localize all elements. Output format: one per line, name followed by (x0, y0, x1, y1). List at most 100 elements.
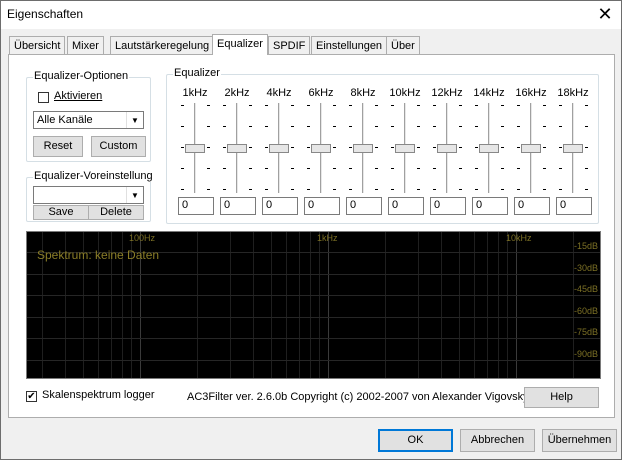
reset-button[interactable]: Reset (33, 136, 83, 157)
slider-tick-mark (433, 168, 436, 169)
slider-tick-mark (559, 147, 562, 148)
slider-tick-mark (349, 105, 352, 106)
slider-tick-mark (349, 147, 352, 148)
band-slider-thumb[interactable] (227, 144, 247, 153)
band-slider-thumb[interactable] (521, 144, 541, 153)
properties-dialog: Eigenschaften ✕ Übersicht Mixer Lautstär… (0, 0, 622, 460)
copyright-text: AC3Filter ver. 2.6.0b Copyright (c) 2002… (187, 391, 529, 403)
tab-lautstaerkeregelung[interactable]: Lautstärkeregelung (110, 36, 215, 54)
band-gain-input[interactable]: 0 (262, 197, 298, 215)
band-gain-input[interactable]: 0 (346, 197, 382, 215)
slider-tick-mark (433, 105, 436, 106)
ok-button[interactable]: OK (378, 429, 453, 452)
slider-tick-mark (349, 168, 352, 169)
band-frequency-label: 18kHz (557, 87, 589, 99)
slider-tick-mark (517, 168, 520, 169)
slider-tick-mark (375, 105, 378, 106)
slider-tick-mark (517, 189, 520, 190)
help-button[interactable]: Help (524, 387, 599, 408)
spectrum-db-label: -60dB (573, 306, 598, 316)
close-icon[interactable]: ✕ (593, 3, 617, 25)
band-gain-input[interactable]: 0 (514, 197, 550, 215)
band-gain-input[interactable]: 0 (304, 197, 340, 215)
spectrum-grid-vline (459, 232, 460, 378)
slider-tick-mark (207, 147, 210, 148)
band-gain-input[interactable]: 0 (556, 197, 592, 215)
slider-tick-mark (475, 126, 478, 127)
slider-tick-mark (391, 105, 394, 106)
band-slider-thumb[interactable] (563, 144, 583, 153)
band-frequency-label: 4kHz (266, 87, 292, 99)
spectrum-grid-vline (418, 232, 419, 378)
slider-tick-mark (391, 126, 394, 127)
band-gain-input[interactable]: 0 (220, 197, 256, 215)
slider-tick-mark (265, 105, 268, 106)
slider-tick-mark (543, 189, 546, 190)
band-frequency-label: 10kHz (389, 87, 421, 99)
slider-tick-mark (391, 147, 394, 148)
slider-tick-mark (207, 189, 210, 190)
slider-tick-mark (307, 189, 310, 190)
slider-tick-mark (517, 147, 520, 148)
slider-tick-mark (417, 189, 420, 190)
band-slider-thumb[interactable] (395, 144, 415, 153)
slider-tick-mark (585, 189, 588, 190)
slider-tick-mark (181, 168, 184, 169)
tab-spdif[interactable]: SPDIF (268, 36, 311, 54)
spectrum-grid-vline (507, 232, 508, 378)
band-slider-thumb[interactable] (311, 144, 331, 153)
tab-einstellungen[interactable]: Einstellungen (311, 36, 388, 54)
slider-tick-mark (265, 126, 268, 127)
custom-button[interactable]: Custom (91, 136, 146, 157)
tab-uebersicht[interactable]: Übersicht (9, 36, 66, 54)
activate-checkbox[interactable] (38, 92, 49, 103)
tab-mixer[interactable]: Mixer (67, 36, 104, 54)
band-slider-thumb[interactable] (185, 144, 205, 153)
band-slider-thumb[interactable] (353, 144, 373, 153)
band-slider-thumb[interactable] (437, 144, 457, 153)
delete-preset-button[interactable]: Delete (88, 205, 144, 220)
apply-button[interactable]: Übernehmen (542, 429, 617, 452)
slider-tick-mark (223, 189, 226, 190)
slider-tick-mark (207, 168, 210, 169)
slider-tick-mark (307, 168, 310, 169)
spectrum-grid-hline (27, 317, 600, 318)
equalizer-preset-label: Equalizer-Voreinstellung (33, 170, 154, 182)
spectrum-db-label: -90dB (573, 349, 598, 359)
log-scale-label: Skalenspektrum logger (42, 389, 155, 401)
slider-tick-mark (585, 105, 588, 106)
slider-tick-mark (181, 126, 184, 127)
slider-tick-mark (349, 126, 352, 127)
spectrum-grid-vline (271, 232, 272, 378)
channel-select[interactable]: Alle Kanäle ▼ (33, 111, 144, 129)
equalizer-preset-group: Equalizer-Voreinstellung ▼ Save Delete (26, 170, 154, 222)
band-slider-thumb[interactable] (269, 144, 289, 153)
spectrum-grid-vline (498, 232, 499, 378)
spectrum-frequency-label: 1kHz (317, 233, 338, 243)
spectrum-grid-vline (197, 232, 198, 378)
band-slider-thumb[interactable] (479, 144, 499, 153)
activate-label: Aktivieren (54, 90, 103, 102)
band-gain-input[interactable]: 0 (388, 197, 424, 215)
save-preset-button[interactable]: Save (33, 205, 89, 220)
cancel-button[interactable]: Abbrechen (460, 429, 535, 452)
slider-tick-mark (265, 168, 268, 169)
slider-tick-mark (291, 189, 294, 190)
tab-equalizer[interactable]: Equalizer (212, 34, 268, 55)
spectrum-grid-hline (27, 295, 600, 296)
slider-tick-mark (333, 126, 336, 127)
spectrum-status: Spektrum: keine Daten (37, 248, 160, 262)
band-gain-input[interactable]: 0 (178, 197, 214, 215)
slider-tick-mark (333, 147, 336, 148)
band-gain-input[interactable]: 0 (430, 197, 466, 215)
slider-tick-mark (433, 189, 436, 190)
spectrum-grid-hline (27, 360, 600, 361)
preset-select[interactable]: ▼ (33, 186, 144, 204)
log-scale-checkbox[interactable]: ✔ (26, 391, 37, 402)
band-gain-input[interactable]: 0 (472, 197, 508, 215)
tab-ueber[interactable]: Über (386, 36, 420, 54)
slider-tick-mark (501, 147, 504, 148)
slider-tick-mark (559, 105, 562, 106)
spectrum-grid-hline (27, 338, 600, 339)
slider-tick-mark (459, 147, 462, 148)
